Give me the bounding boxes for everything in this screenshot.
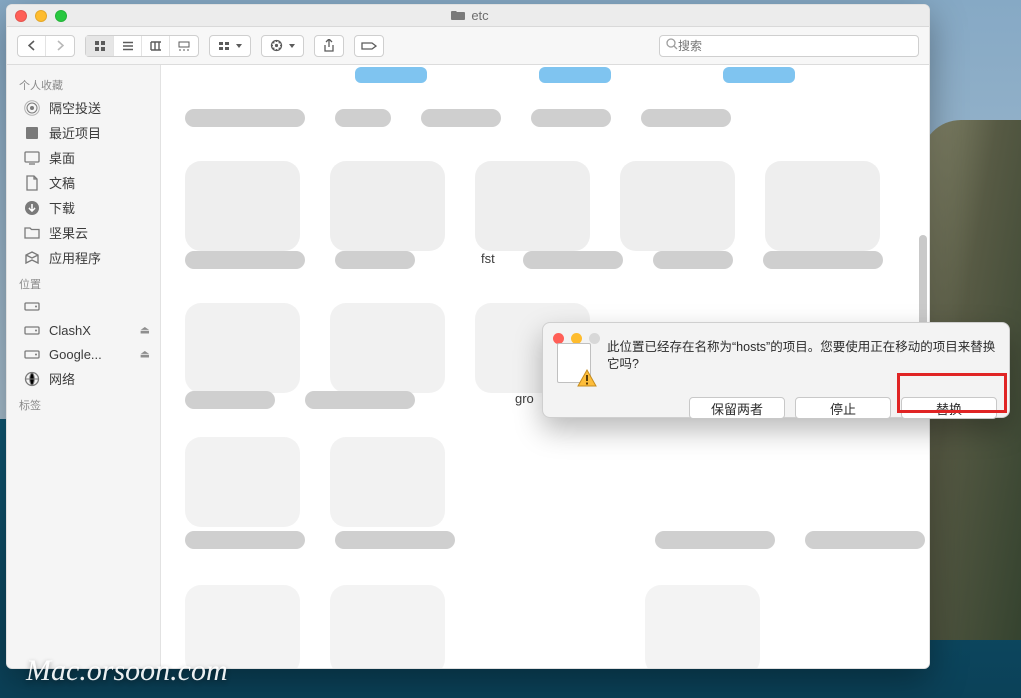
- file-label-fst[interactable]: fst: [481, 251, 495, 266]
- file-label-gro[interactable]: gro: [515, 391, 534, 406]
- sidebar-item-network[interactable]: 网络: [7, 366, 160, 391]
- folder-icon: [451, 8, 465, 23]
- disk-icon: [23, 345, 41, 363]
- sidebar-item-clashx[interactable]: ClashX ⏏: [7, 318, 160, 342]
- sidebar-item-label: 网络: [49, 369, 75, 388]
- search-icon: [666, 38, 678, 53]
- airdrop-icon: [23, 99, 41, 117]
- replace-button[interactable]: 替换: [901, 397, 997, 419]
- disk-icon: [23, 297, 41, 315]
- sidebar-item-label: 文稿: [49, 173, 75, 192]
- eject-icon[interactable]: ⏏: [140, 348, 150, 361]
- group-by-button[interactable]: [209, 35, 251, 57]
- sidebar-item-label: 隔空投送: [49, 98, 101, 117]
- sidebar-item-label: ClashX: [49, 323, 91, 338]
- documents-icon: [23, 174, 41, 192]
- sidebar-item-label: 坚果云: [49, 223, 88, 242]
- watermark: Mac.orsoon.com: [26, 654, 228, 688]
- downloads-icon: [23, 199, 41, 217]
- sidebar-item-google[interactable]: Google... ⏏: [7, 342, 160, 366]
- window-title: etc: [471, 8, 488, 23]
- sidebar-item-recents[interactable]: 最近项目: [7, 120, 160, 145]
- action-menu-button[interactable]: [261, 35, 304, 57]
- list-view-button[interactable]: [114, 36, 142, 56]
- sidebar-item-nutstore[interactable]: 坚果云: [7, 220, 160, 245]
- sidebar-item-applications[interactable]: 应用程序: [7, 245, 160, 270]
- window-controls: [15, 10, 67, 22]
- desktop-icon: [23, 149, 41, 167]
- column-view-button[interactable]: [142, 36, 170, 56]
- sidebar-item-label: 最近项目: [49, 123, 101, 142]
- icon-view-button[interactable]: [86, 36, 114, 56]
- favorites-header: 个人收藏: [7, 71, 160, 95]
- sidebar-item-label: 应用程序: [49, 248, 101, 267]
- sidebar-item-label: 下载: [49, 198, 75, 217]
- share-button[interactable]: [314, 35, 344, 57]
- back-button[interactable]: [18, 36, 46, 56]
- dialog-file-icon: [553, 343, 597, 387]
- keep-both-button[interactable]: 保留两者: [689, 397, 785, 419]
- applications-icon: [23, 249, 41, 267]
- search-input[interactable]: [678, 39, 912, 53]
- disk-icon: [23, 321, 41, 339]
- network-icon: [23, 370, 41, 388]
- nav-buttons: [17, 35, 75, 57]
- stop-button[interactable]: 停止: [795, 397, 891, 419]
- close-window-button[interactable]: [15, 10, 27, 22]
- forward-button[interactable]: [46, 36, 74, 56]
- locations-header: 位置: [7, 270, 160, 294]
- search-field[interactable]: [659, 35, 919, 57]
- replace-dialog: 此位置已经存在名称为“hosts”的项目。您要使用正在移动的项目来替换它吗? 保…: [542, 322, 1010, 418]
- tags-header: 标签: [7, 391, 160, 415]
- sidebar-item-disk-1[interactable]: [7, 294, 160, 318]
- sidebar-item-label: Google...: [49, 347, 102, 362]
- sidebar-item-desktop[interactable]: 桌面: [7, 145, 160, 170]
- sidebar-item-downloads[interactable]: 下载: [7, 195, 160, 220]
- warning-badge-icon: [577, 369, 597, 387]
- sidebar-item-documents[interactable]: 文稿: [7, 170, 160, 195]
- sidebar-item-label: 桌面: [49, 148, 75, 167]
- toolbar: [7, 27, 929, 65]
- tags-button[interactable]: [354, 35, 384, 57]
- gallery-view-button[interactable]: [170, 36, 198, 56]
- folder-icon: [23, 224, 41, 242]
- window-titlebar: etc: [7, 5, 929, 27]
- zoom-window-button[interactable]: [55, 10, 67, 22]
- sidebar-item-airdrop[interactable]: 隔空投送: [7, 95, 160, 120]
- view-switcher: [85, 35, 199, 57]
- eject-icon[interactable]: ⏏: [140, 324, 150, 337]
- minimize-window-button[interactable]: [35, 10, 47, 22]
- recents-icon: [23, 124, 41, 142]
- sidebar: 个人收藏 隔空投送 最近项目 桌面 文稿 下载: [7, 65, 161, 668]
- dialog-message: 此位置已经存在名称为“hosts”的项目。您要使用正在移动的项目来替换它吗?: [607, 337, 997, 387]
